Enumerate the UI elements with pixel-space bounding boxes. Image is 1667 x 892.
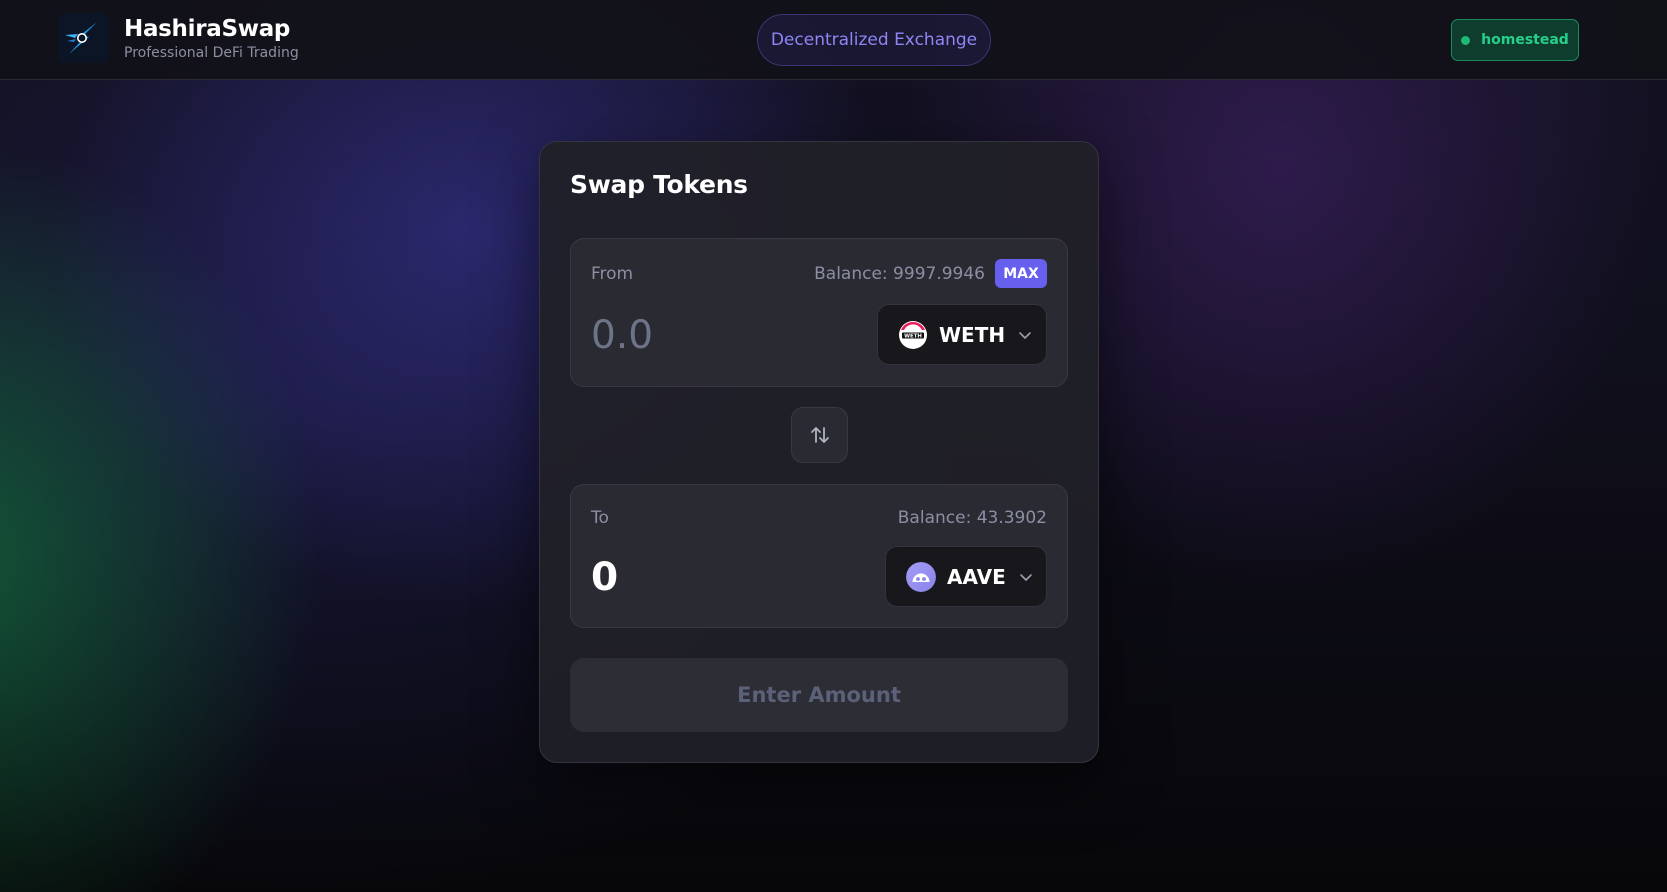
to-amount-output: 0 [591,555,619,600]
chevron-down-icon [1019,573,1032,581]
to-panel: To Balance: 43.3902 0 AAVE [570,484,1068,628]
svg-text:WETH: WETH [904,333,922,339]
to-token-symbol: AAVE [947,564,1006,589]
from-balance: Balance: 9997.9946 [814,264,985,284]
network-name: homestead [1481,32,1569,48]
from-amount-input[interactable]: 0.0 [591,314,653,358]
weth-token-icon: WETH [899,320,927,349]
from-panel: From Balance: 9997.9946 MAX 0.0 WETH WET… [570,238,1068,387]
to-token-selector[interactable]: AAVE [885,546,1047,607]
exchange-badge: Decentralized Exchange [757,14,991,66]
from-token-selector[interactable]: WETH WETH [877,304,1047,365]
enter-amount-button[interactable]: Enter Amount [570,658,1068,732]
status-dot-icon [1461,35,1471,45]
app-title: HashiraSwap [124,15,291,42]
switch-tokens-button[interactable] [791,407,848,463]
card-title: Swap Tokens [570,170,748,199]
aave-token-icon [906,561,936,592]
from-token-symbol: WETH [939,322,1006,347]
brand[interactable]: HashiraSwap Professional DeFi Trading [58,13,299,63]
arrows-up-down-icon [810,427,829,443]
top-header: HashiraSwap Professional DeFi Trading De… [0,0,1667,80]
swap-card: Swap Tokens From Balance: 9997.9946 MAX … [539,141,1099,763]
from-label: From [591,264,634,284]
chevron-down-icon [1019,331,1031,339]
hashiraswap-logo-icon [58,13,108,63]
max-button[interactable]: MAX [995,259,1047,288]
app-subtitle: Professional DeFi Trading [124,44,299,61]
network-indicator[interactable]: homestead [1451,19,1579,61]
to-label: To [591,508,609,528]
to-balance: Balance: 43.3902 [897,508,1047,528]
